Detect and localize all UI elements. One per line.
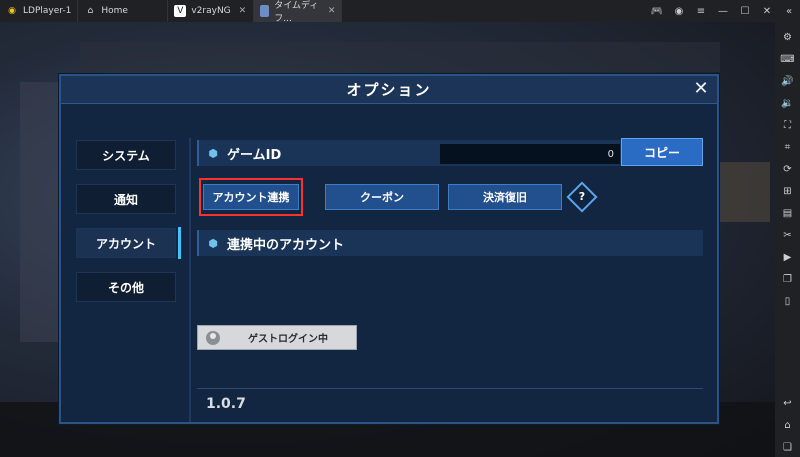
close-icon[interactable]: ✕ bbox=[239, 6, 247, 16]
phone-icon[interactable]: ▯ bbox=[781, 294, 795, 308]
tab-label: LDPlayer-1 bbox=[23, 6, 72, 16]
window-controls: 🎮 ◉ ≡ — ☐ ✕ « bbox=[646, 0, 800, 22]
record-icon[interactable]: ▶ bbox=[781, 250, 795, 264]
tab-label: v2rayNG bbox=[191, 6, 231, 16]
help-button[interactable]: ? bbox=[566, 181, 598, 213]
scissors-icon[interactable]: ✂ bbox=[781, 228, 795, 242]
nav-other[interactable]: その他 bbox=[76, 272, 176, 302]
account-link-label: アカウント連携 bbox=[212, 191, 290, 204]
guest-login-label: ゲストログイン中 bbox=[248, 334, 328, 345]
guest-login-badge[interactable]: ゲストログイン中 bbox=[197, 325, 357, 350]
expand-icon[interactable]: « bbox=[778, 6, 800, 17]
close-dialog-icon[interactable]: ✕ bbox=[691, 79, 711, 99]
tab-game[interactable]: タイムディフ... ✕ bbox=[254, 0, 343, 24]
game-icon bbox=[260, 5, 270, 17]
hexagon-bullet-icon: ⬢ bbox=[208, 236, 218, 250]
account-panel: ⬢ ゲームID 0 コピー アカウント連携 クーポン 決済復旧 ? ⬢ 連携中の… bbox=[197, 138, 703, 422]
title-bar: ◉ LDPlayer-1 ⌂ Home V v2rayNG ✕ タイムディフ..… bbox=[0, 0, 800, 24]
volume-down-icon[interactable]: 🔉 bbox=[781, 96, 795, 110]
copy-label: コピー bbox=[643, 145, 680, 160]
nav-label: 通知 bbox=[113, 192, 138, 207]
coupon-button[interactable]: クーポン bbox=[325, 184, 439, 210]
nav-label: アカウント bbox=[95, 236, 156, 251]
hexagon-bullet-icon: ⬢ bbox=[208, 146, 218, 160]
nav-account[interactable]: アカウント bbox=[76, 228, 176, 258]
game-id-text: 0 bbox=[607, 148, 614, 160]
recent-apps-icon[interactable]: ❏ bbox=[781, 440, 795, 454]
active-nav-indicator bbox=[178, 227, 181, 259]
ldplayer-logo-icon: ◉ bbox=[8, 6, 16, 16]
nav-notification[interactable]: 通知 bbox=[76, 184, 176, 214]
maximize-icon[interactable]: ☐ bbox=[734, 6, 756, 17]
account-link-button[interactable]: アカウント連携 bbox=[203, 184, 299, 210]
background-blur bbox=[80, 42, 720, 72]
version-text: 1.0.7 bbox=[206, 396, 246, 412]
help-icon: ? bbox=[578, 190, 586, 203]
background-blur bbox=[20, 82, 60, 342]
nav-label: システム bbox=[102, 148, 150, 163]
keyboard-icon[interactable]: ⌨ bbox=[780, 52, 794, 66]
tab-label: Home bbox=[101, 6, 128, 16]
options-nav: システム 通知 アカウント その他 bbox=[76, 140, 176, 316]
multi-window-icon[interactable]: ❐ bbox=[781, 272, 795, 286]
tab-v2rayng[interactable]: V v2rayNG ✕ bbox=[168, 0, 255, 22]
dialog-title: オプション bbox=[346, 81, 432, 99]
screenshot-icon[interactable]: ⌗ bbox=[781, 140, 795, 154]
background-blur bbox=[720, 162, 770, 222]
apk-icon[interactable]: ▤ bbox=[781, 206, 795, 220]
tab-ldplayer[interactable]: ◉ LDPlayer-1 bbox=[0, 0, 79, 22]
nav-label: その他 bbox=[107, 280, 144, 295]
game-viewport: オプション ✕ システム 通知 アカウント その他 ⬢ ゲームID 0 コピー … bbox=[0, 22, 775, 457]
volume-up-icon[interactable]: 🔊 bbox=[781, 74, 795, 88]
back-icon[interactable]: ↩ bbox=[781, 396, 795, 410]
dialog-header: オプション ✕ bbox=[61, 76, 717, 104]
emulator-toolbar: ⚙ ⌨ 🔊 🔉 ⛶ ⌗ ⟳ ⊞ ▤ ✂ ▶ ❐ ▯ ↩ ⌂ ❏ bbox=[775, 22, 800, 457]
linked-accounts-section: ⬢ 連携中のアカウント bbox=[197, 230, 703, 256]
payment-restore-button[interactable]: 決済復旧 bbox=[448, 184, 562, 210]
close-window-icon[interactable]: ✕ bbox=[756, 6, 778, 17]
v2ray-icon: V bbox=[174, 5, 187, 17]
minimize-icon[interactable]: — bbox=[712, 6, 734, 17]
close-icon[interactable]: ✕ bbox=[328, 6, 336, 16]
copy-button[interactable]: コピー bbox=[621, 138, 703, 166]
payment-restore-label: 決済復旧 bbox=[483, 191, 527, 204]
add-app-icon[interactable]: ⊞ bbox=[781, 184, 795, 198]
game-id-label: ゲームID bbox=[227, 147, 282, 163]
rotate-icon[interactable]: ⟳ bbox=[781, 162, 795, 176]
tab-label: タイムディフ... bbox=[274, 1, 319, 24]
linked-accounts-label: 連携中のアカウント bbox=[227, 237, 345, 253]
footer-divider bbox=[197, 388, 703, 389]
menu-icon[interactable]: ≡ bbox=[690, 6, 712, 17]
coupon-label: クーポン bbox=[360, 191, 404, 204]
settings-icon[interactable]: ⚙ bbox=[781, 30, 795, 44]
home-nav-icon[interactable]: ⌂ bbox=[781, 418, 795, 432]
fullscreen-icon[interactable]: ⛶ bbox=[781, 118, 795, 132]
nav-system[interactable]: システム bbox=[76, 140, 176, 170]
home-icon: ⌂ bbox=[87, 6, 94, 16]
options-dialog: オプション ✕ システム 通知 アカウント その他 ⬢ ゲームID 0 コピー … bbox=[59, 74, 719, 424]
user-avatar-icon bbox=[206, 330, 220, 345]
nav-divider bbox=[189, 138, 191, 422]
tab-home[interactable]: ⌂ Home bbox=[78, 0, 169, 22]
gamepad-icon[interactable]: 🎮 bbox=[646, 6, 668, 17]
game-id-value: 0 bbox=[440, 144, 620, 164]
account-icon[interactable]: ◉ bbox=[668, 6, 690, 17]
